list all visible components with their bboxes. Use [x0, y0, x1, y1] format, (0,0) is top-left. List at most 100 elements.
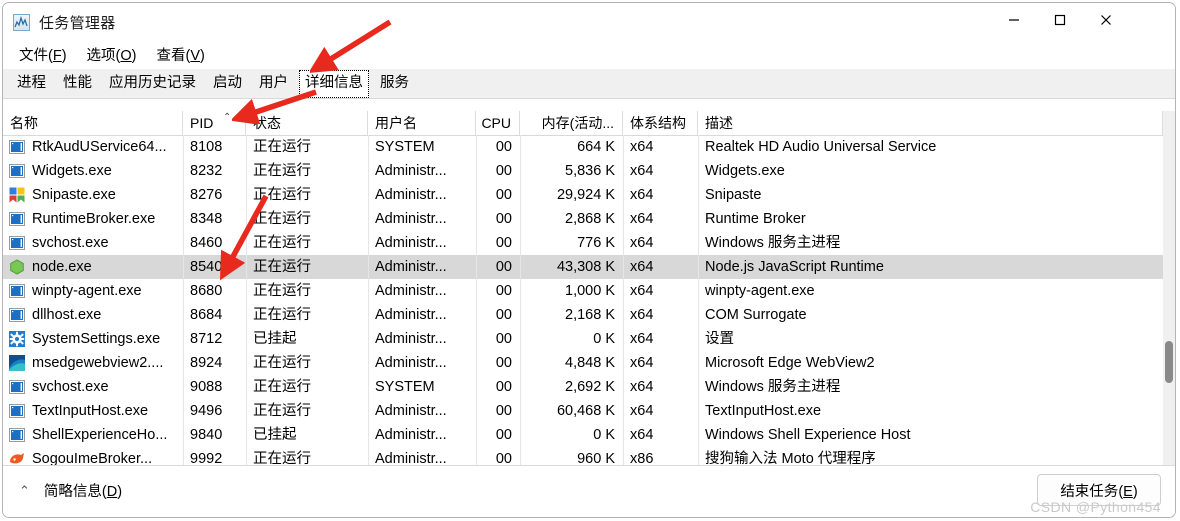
cell-arch: x64 — [630, 403, 654, 419]
cell-state: 正在运行 — [253, 307, 311, 323]
cell-desc: 设置 — [705, 331, 734, 347]
table-row[interactable]: dllhost.exe 8684 正在运行 Administr... 00 2,168 K… — [3, 303, 1163, 327]
close-button[interactable] — [1083, 3, 1129, 36]
column-divider — [476, 135, 477, 469]
column-header-label: 描述 — [705, 115, 733, 131]
brief-info-toggle[interactable]: ⌃ 简略信息(D) — [19, 480, 122, 501]
tab-启动[interactable]: 启动 — [207, 70, 248, 98]
tab-详细信息[interactable]: 详细信息 — [299, 70, 369, 98]
table-row[interactable]: ShellExperienceHo... 9840 已挂起 Administr... 0… — [3, 423, 1163, 447]
cell-name: svchost.exe — [32, 235, 109, 251]
cell-mem: 0 K — [593, 427, 615, 443]
menu-item-3[interactable]: 查看(V) — [151, 42, 211, 67]
cell-arch: x64 — [630, 235, 654, 251]
minimize-button[interactable] — [991, 3, 1037, 36]
cell-state: 正在运行 — [253, 283, 311, 299]
cell-mem: 664 K — [577, 139, 615, 155]
cell-state: 正在运行 — [253, 235, 311, 251]
brief-info-label: 简略信息(D) — [43, 484, 123, 500]
scrollbar-thumb[interactable] — [1165, 341, 1173, 383]
cell-state: 正在运行 — [253, 139, 311, 155]
table-row[interactable]: Widgets.exe 8232 正在运行 Administr... 00 5,836 K… — [3, 159, 1163, 183]
cell-name: ShellExperienceHo... — [32, 427, 168, 443]
cell-desc: Windows 服务主进程 — [705, 235, 841, 251]
column-divider — [520, 135, 521, 469]
cell-user: Administr... — [375, 403, 447, 419]
table-row[interactable]: TextInputHost.exe 9496 正在运行 Administr... 00 6… — [3, 399, 1163, 423]
task-manager-icon — [13, 13, 30, 31]
tab-用户[interactable]: 用户 — [253, 70, 294, 98]
column-header-label: 内存(活动... — [541, 115, 614, 131]
cell-pid: 8232 — [190, 163, 223, 179]
cell-cpu: 00 — [495, 139, 512, 155]
column-header-user[interactable]: 用户名 — [368, 111, 476, 135]
cell-user: SYSTEM — [375, 379, 435, 395]
menu-item-2[interactable]: 选项(O) — [81, 42, 143, 67]
column-header-pid[interactable]: PID ⌃ — [183, 111, 246, 135]
cell-pid: 8924 — [190, 355, 223, 371]
close-icon — [1101, 14, 1111, 25]
cell-pid: 9840 — [190, 427, 223, 443]
menu-item-label: 查看 — [156, 47, 186, 64]
cell-mem: 60,468 K — [556, 403, 615, 419]
column-divider — [368, 135, 369, 469]
column-header-name[interactable]: 名称 — [3, 111, 183, 135]
table-row[interactable]: RtkAudUService64... 8108 正在运行 SYSTEM 00 664 K… — [3, 135, 1163, 159]
cell-desc: Windows Shell Experience Host — [705, 427, 911, 443]
tab-性能[interactable]: 性能 — [57, 70, 98, 98]
tab-服务[interactable]: 服务 — [374, 70, 415, 98]
column-header-state[interactable]: 状态 — [246, 111, 368, 135]
cell-arch: x64 — [630, 259, 654, 275]
maximize-button[interactable] — [1037, 3, 1083, 36]
cell-desc: Node.js JavaScript Runtime — [705, 259, 884, 275]
tab-应用历史记录[interactable]: 应用历史记录 — [103, 70, 202, 98]
cell-name: RuntimeBroker.exe — [32, 211, 156, 227]
cell-mem: 2,168 K — [565, 307, 615, 323]
table-row[interactable]: winpty-agent.exe 8680 正在运行 Administr... 00 1,… — [3, 279, 1163, 303]
table-row[interactable]: SystemSettings.exe 8712 已挂起 Administr... 00 0… — [3, 327, 1163, 351]
cell-pid: 8460 — [190, 235, 223, 251]
cell-pid: 9496 — [190, 403, 223, 419]
cell-pid: 8276 — [190, 187, 223, 203]
column-header-desc[interactable]: 描述 — [698, 111, 1163, 135]
cell-name: node.exe — [32, 259, 92, 275]
table-header: 名称 PID ⌃ 状态 用户名 CPU 内存(活动... 体系结构 描述 — [3, 111, 1175, 136]
cell-cpu: 00 — [495, 331, 512, 347]
column-header-label: 名称 — [10, 115, 38, 131]
cell-cpu: 00 — [495, 235, 512, 251]
menu-item-1[interactable]: 文件(F) — [13, 42, 73, 67]
column-header-label: 用户名 — [375, 115, 417, 131]
cell-desc: Microsoft Edge WebView2 — [705, 355, 875, 371]
column-header-cpu[interactable]: CPU — [476, 111, 520, 135]
cell-desc: Snipaste — [705, 187, 762, 203]
menu-item-mnemonic: (O) — [115, 47, 137, 64]
cell-state: 正在运行 — [253, 355, 311, 371]
vertical-scrollbar[interactable] — [1163, 111, 1175, 469]
cell-arch: x64 — [630, 139, 654, 155]
table-row[interactable]: Snipaste.exe 8276 正在运行 Administr... 00 29,924… — [3, 183, 1163, 207]
process-list: 名称 PID ⌃ 状态 用户名 CPU 内存(活动... 体系结构 描述 RtkAudUServ… — [3, 98, 1175, 469]
cell-user: Administr... — [375, 283, 447, 299]
table-row[interactable]: msedgewebview2.... 8924 正在运行 Administr... 00… — [3, 351, 1163, 375]
cell-pid: 8684 — [190, 307, 223, 323]
cell-arch: x64 — [630, 211, 654, 227]
cell-name: RtkAudUService64... — [32, 139, 167, 155]
cell-cpu: 00 — [495, 163, 512, 179]
task-manager-window: 任务管理器 文件(F) 选项(O) 查看(V) 进程 性能 应用历史记录 启动 用户 详细信息… — [2, 2, 1176, 518]
cell-pid: 8348 — [190, 211, 223, 227]
cell-user: Administr... — [375, 163, 447, 179]
table-row[interactable]: svchost.exe 9088 正在运行 SYSTEM 00 2,692 K x64 Win… — [3, 375, 1163, 399]
column-header-label: PID — [190, 115, 214, 131]
column-divider — [183, 135, 184, 469]
tab-进程[interactable]: 进程 — [11, 70, 52, 98]
cell-name: TextInputHost.exe — [32, 403, 149, 419]
column-header-mem[interactable]: 内存(活动... — [520, 111, 623, 135]
table-row[interactable]: node.exe 8540 正在运行 Administr... 00 43,308 K x6… — [3, 255, 1163, 279]
watermark: CSDN @Python454 — [1030, 499, 1161, 515]
column-header-arch[interactable]: 体系结构 — [623, 111, 698, 135]
cell-cpu: 00 — [495, 403, 512, 419]
table-row[interactable]: RuntimeBroker.exe 8348 正在运行 Administr... 00 2… — [3, 207, 1163, 231]
table-row[interactable]: svchost.exe 8460 正在运行 Administr... 00 776 K x6… — [3, 231, 1163, 255]
cell-user: Administr... — [375, 211, 447, 227]
maximize-icon — [1054, 14, 1066, 25]
